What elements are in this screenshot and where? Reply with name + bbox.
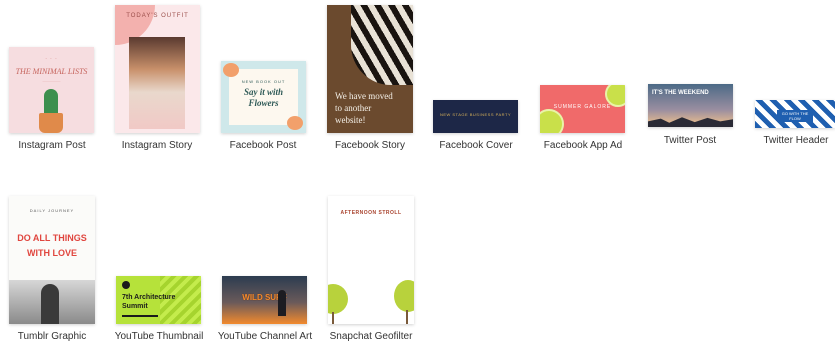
tree-illustration: [394, 280, 414, 312]
instagram-story-thumbnail[interactable]: TODAY'S OUTFIT: [115, 5, 200, 133]
facebook-app-ad-label: Facebook App Ad: [543, 140, 623, 151]
tree-illustration: [328, 284, 348, 314]
youtube-thumbnail-design-title-2: Summit: [122, 303, 148, 310]
twitter-header-design-title: GO WITH THE FLOW: [777, 110, 813, 122]
youtube-thumbnail-label: YouTube Thumbnail: [114, 331, 204, 342]
instagram-story-design-title: TODAY'S OUTFIT: [126, 13, 189, 19]
twitter-post-label: Twitter Post: [663, 135, 717, 146]
instagram-post-label: Instagram Post: [18, 140, 86, 151]
facebook-story-label: Facebook Story: [334, 140, 406, 151]
tumblr-graphic-label: Tumblr Graphic: [17, 331, 87, 342]
lime-slice: [540, 109, 564, 133]
palm-trees-silhouette: [648, 117, 733, 127]
facebook-post-design-title-1: Say it with: [243, 87, 283, 97]
youtube-channel-art-thumbnail[interactable]: WILD SURF: [222, 276, 307, 324]
snapchat-geofilter-design-title: AFTERNOON STROLL: [340, 210, 402, 216]
facebook-post-thumbnail[interactable]: NEW BOOK OUT Say it with Flowers: [221, 61, 306, 133]
tumblr-graphic-thumbnail[interactable]: DAILY JOURNEY DO ALL THINGS WITH LOVE: [9, 196, 95, 324]
facebook-post-design-title-2: Flowers: [248, 98, 279, 108]
snapchat-geofilter-label: Snapchat Geofilter: [329, 331, 413, 342]
snapchat-geofilter-thumbnail[interactable]: AFTERNOON STROLL: [328, 196, 414, 324]
facebook-cover-thumbnail[interactable]: NEW STAGE BUSINESS PARTY: [433, 100, 518, 133]
facebook-story-design-line-3: website!: [335, 115, 366, 125]
flower-decoration: [287, 116, 303, 130]
guitarist-silhouette: [41, 284, 59, 324]
instagram-story-label: Instagram Story: [121, 140, 193, 151]
facebook-post-design-kicker: NEW BOOK OUT: [241, 79, 286, 84]
model-photo: [129, 37, 185, 129]
youtube-channel-art-design-title: WILD SURF: [242, 293, 287, 302]
facebook-app-ad-thumbnail[interactable]: SUMMER GALORE: [540, 85, 625, 133]
flower-pot-illustration: [39, 113, 63, 133]
twitter-post-design-title: IT'S THE WEEKEND: [652, 90, 709, 96]
logo-badge: [122, 281, 130, 289]
tumblr-graphic-design-kicker: DAILY JOURNEY: [29, 208, 75, 213]
facebook-story-thumbnail[interactable]: We have moved to another website!: [327, 5, 413, 133]
facebook-story-design-line-2: to another: [335, 103, 372, 113]
instagram-post-thumbnail[interactable]: · · · THE MINIMAL LISTS ——————: [9, 47, 94, 133]
tumblr-graphic-design-title-1: DO ALL THINGS: [17, 233, 87, 243]
facebook-cover-label: Facebook Cover: [439, 140, 513, 151]
youtube-thumbnail-design-title-1: 7th Architecture: [122, 294, 176, 301]
youtube-thumbnail-thumbnail[interactable]: 7th Architecture Summit: [116, 276, 201, 324]
twitter-header-label: Twitter Header: [763, 135, 829, 146]
flower-decoration: [223, 63, 239, 77]
striped-dress-photo: [351, 5, 413, 85]
instagram-post-design-title: THE MINIMAL LISTS: [15, 67, 88, 76]
tumblr-graphic-design-title-2: WITH LOVE: [27, 248, 77, 258]
twitter-header-thumbnail[interactable]: GO WITH THE FLOW: [755, 100, 835, 128]
youtube-channel-art-label: YouTube Channel Art: [217, 331, 313, 342]
twitter-post-thumbnail[interactable]: IT'S THE WEEKEND: [648, 84, 733, 127]
surfer-silhouette: [278, 290, 286, 316]
facebook-post-label: Facebook Post: [229, 140, 297, 151]
facebook-app-ad-design-title: SUMMER GALORE: [553, 104, 612, 110]
facebook-story-design-line-1: We have moved: [335, 91, 393, 101]
facebook-cover-design-title: NEW STAGE BUSINESS PARTY: [439, 112, 512, 117]
